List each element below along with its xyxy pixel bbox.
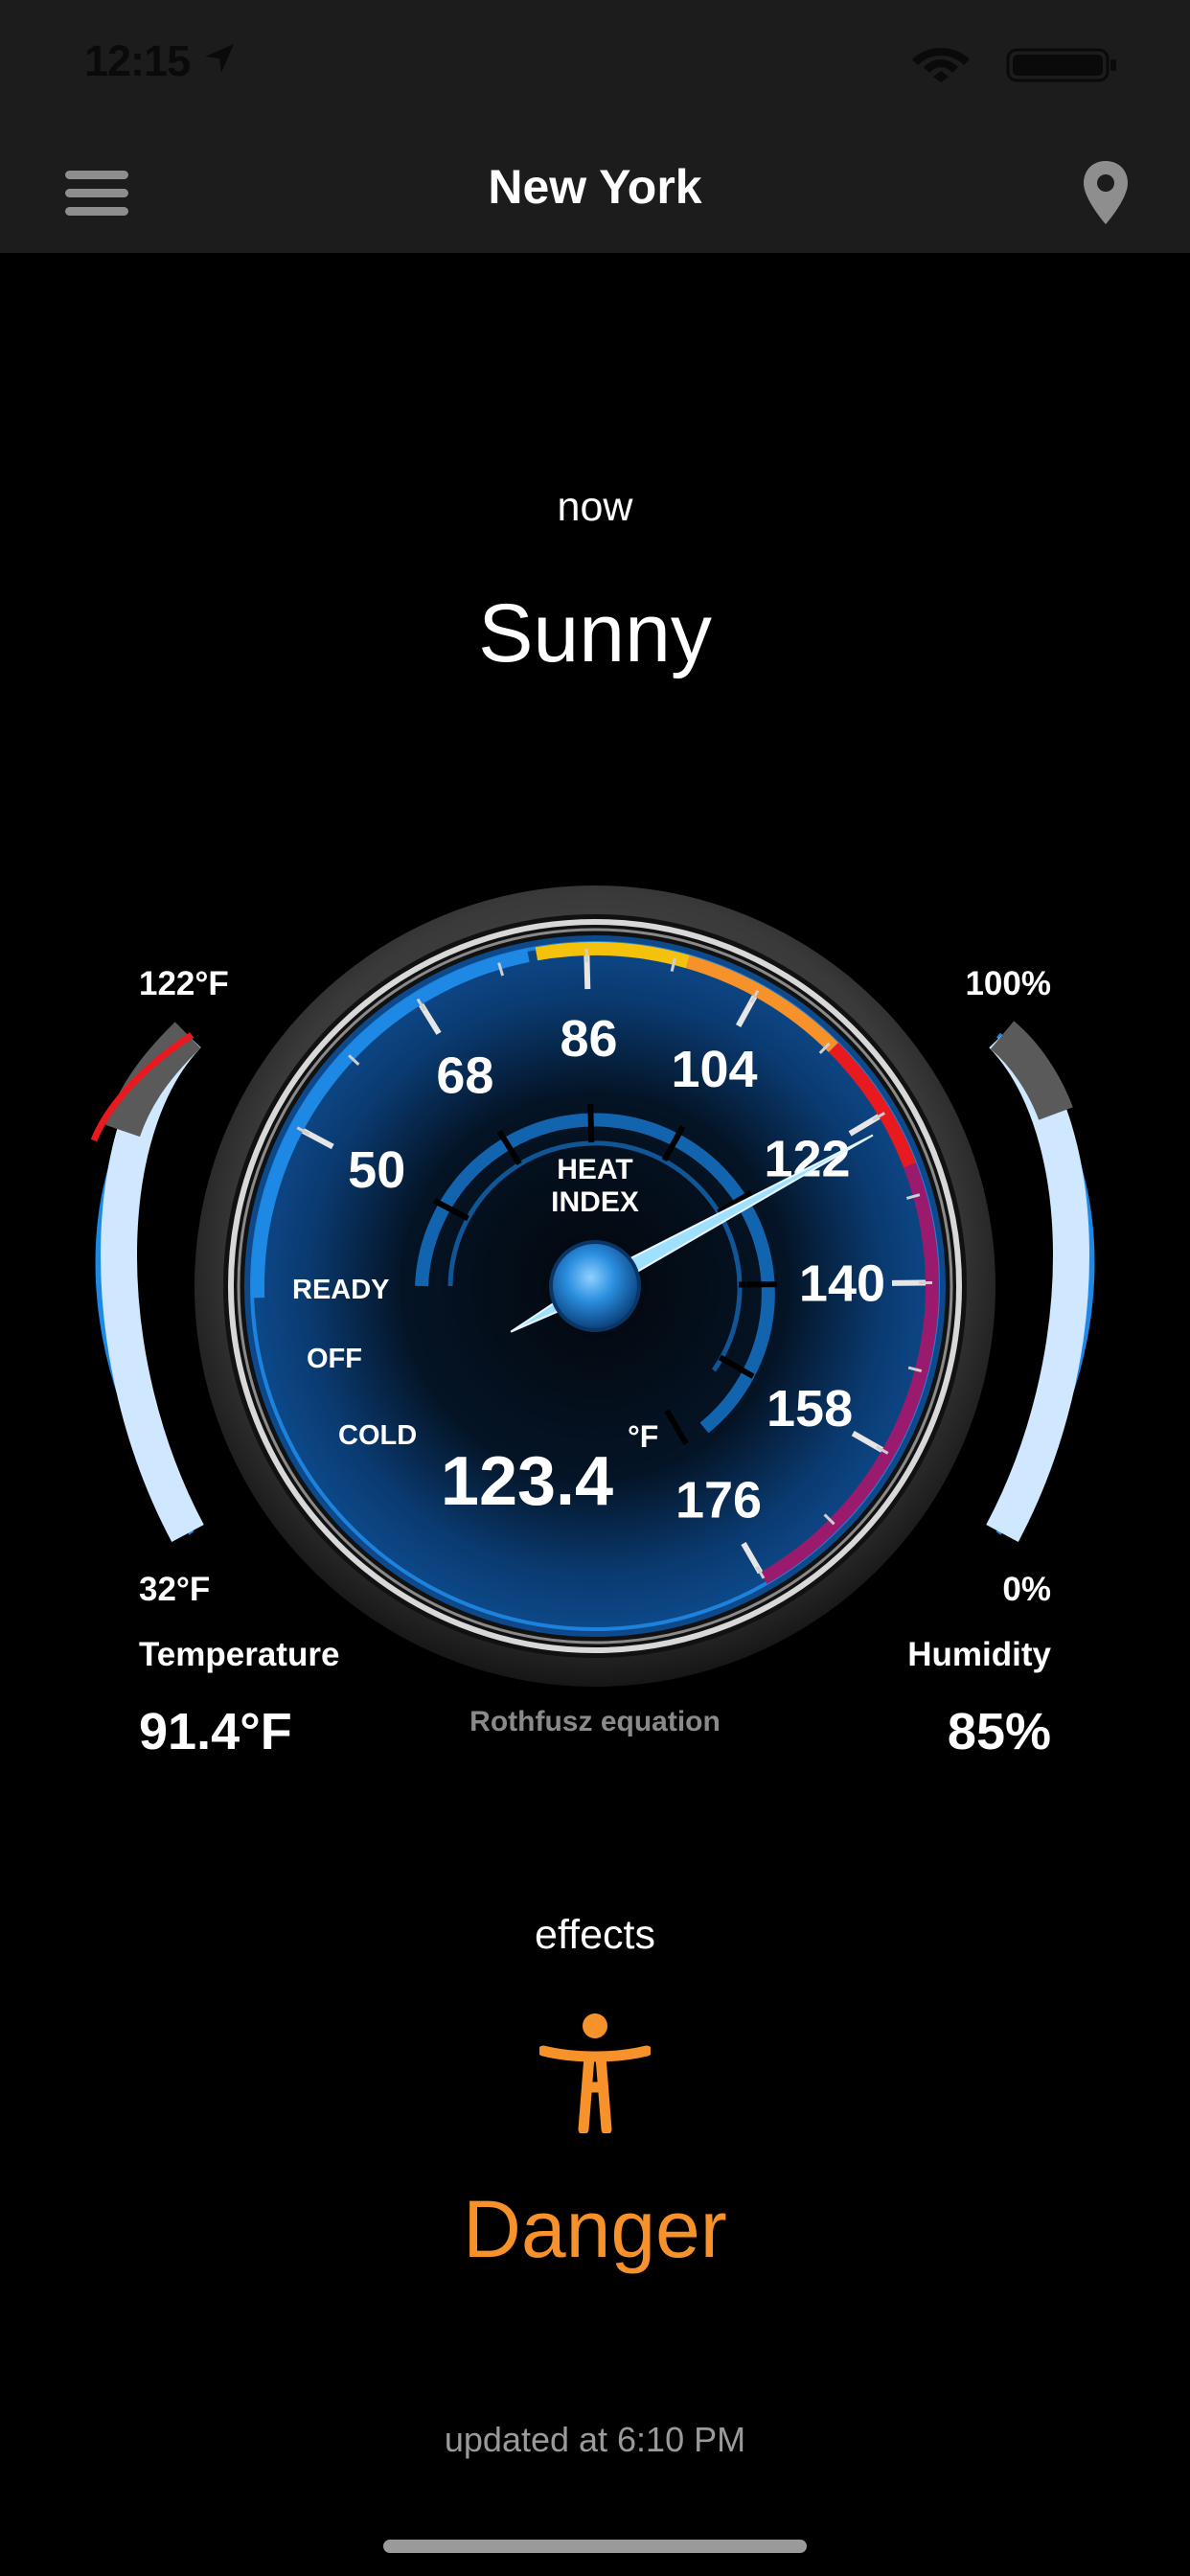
gauge-state-ready: READY <box>292 1275 390 1305</box>
effects-label: effects <box>535 1912 655 1958</box>
gauge-tick-label: 68 <box>436 1047 493 1105</box>
home-indicator[interactable] <box>383 2540 807 2553</box>
status-time: 12:15 <box>84 36 191 85</box>
heat-index-gauge: HEAT INDEX READY OFF COLD 123.4 °F 50 68 8… <box>90 886 1095 1687</box>
gauge-value: 123.4 <box>441 1443 613 1520</box>
gauge-state-off: OFF <box>307 1344 362 1374</box>
current-time-label: now <box>557 484 633 530</box>
temperature-min-label: 32°F <box>139 1571 210 1608</box>
person-figure-icon <box>539 2013 651 2133</box>
gauge-state-cold: COLD <box>338 1420 417 1451</box>
effect-level: Danger <box>463 2184 727 2274</box>
gauge-tick-label: 104 <box>671 1041 757 1098</box>
gauge-tick-label: 158 <box>767 1380 853 1438</box>
nav-bar: New York <box>0 134 1190 253</box>
updated-timestamp: updated at 6:10 PM <box>444 2420 746 2459</box>
humidity-label: Humidity <box>907 1636 1051 1673</box>
temperature-max-label: 122°F <box>139 965 229 1002</box>
gauge-title-line1: HEAT <box>557 1154 632 1185</box>
gauge-tick-label: 86 <box>561 1010 618 1068</box>
gauge-tick-label: 50 <box>348 1141 405 1199</box>
gauge-tick-label: 122 <box>764 1131 850 1188</box>
status-icons <box>912 48 1116 82</box>
battery-icon <box>1006 48 1116 82</box>
gauge-title-line2: INDEX <box>551 1186 639 1218</box>
humidity-side-arc <box>986 1021 1095 1542</box>
gauge-tick-label: 140 <box>799 1254 885 1312</box>
equation-footnote: Rothfusz equation <box>469 1706 721 1737</box>
gauge-inner-tick <box>587 1103 595 1143</box>
map-pin-icon[interactable] <box>1067 157 1144 230</box>
humidity-max-label: 100% <box>965 965 1051 1002</box>
temperature-side-arc <box>90 1022 204 1542</box>
gauge-unit: °F <box>628 1419 658 1454</box>
current-condition: Sunny <box>478 587 712 679</box>
status-bar: 12:15 <box>0 0 1190 134</box>
location-arrow-icon <box>205 44 234 73</box>
humidity-min-label: 0% <box>1002 1571 1051 1608</box>
city-title: New York <box>488 160 702 214</box>
temperature-label: Temperature <box>139 1636 340 1673</box>
gauge-tick-label: 176 <box>675 1471 762 1529</box>
wifi-icon <box>912 48 970 82</box>
